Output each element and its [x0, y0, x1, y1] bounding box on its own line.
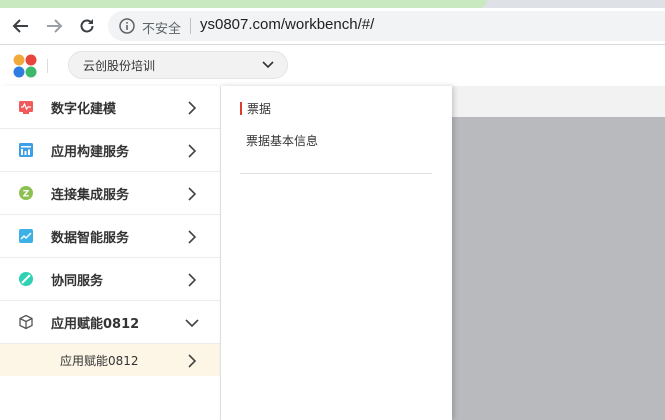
arrow-right-icon — [47, 19, 63, 33]
reload-icon — [80, 19, 94, 33]
menu-item-label: 数据智能服务 — [51, 231, 130, 246]
submenu-panel: 票据 票据基本信息 — [221, 86, 452, 420]
chevron-right-icon — [188, 144, 197, 158]
menu-item-label: 协同服务 — [51, 274, 104, 289]
chevron-right-icon — [188, 273, 197, 287]
cube-icon — [19, 314, 33, 330]
menu-item-label: 连接集成服务 — [51, 188, 130, 203]
forward-button[interactable] — [43, 15, 65, 37]
org-selector[interactable]: 云创股份培训 — [68, 51, 288, 79]
section-accent-bar — [240, 101, 242, 115]
org-name: 云创股份培训 — [83, 59, 156, 73]
menu-item-data-intelligence[interactable]: 数据智能服务 — [0, 215, 220, 258]
svg-text:Z: Z — [23, 190, 30, 200]
header-divider — [47, 59, 48, 73]
menu-item-integration[interactable]: Z 连接集成服务 — [0, 172, 220, 215]
menu-item-label: 应用赋能0812 — [51, 317, 140, 332]
app-logo-icon[interactable] — [12, 53, 38, 79]
modeling-icon — [19, 101, 33, 114]
active-tab[interactable] — [0, 0, 487, 8]
chevron-right-icon — [188, 230, 197, 244]
chevron-right-icon — [188, 101, 197, 115]
reload-button[interactable] — [76, 15, 98, 37]
panel-divider — [240, 173, 432, 174]
app-header: 云创股份培训 — [0, 45, 665, 86]
chevron-down-icon — [185, 319, 199, 328]
tab-strip — [0, 0, 665, 8]
info-icon[interactable] — [119, 18, 135, 34]
data-intelligence-icon — [19, 229, 33, 243]
arrow-left-icon — [12, 19, 28, 33]
url-text[interactable]: ys0807.com/workbench/#/ — [200, 16, 374, 33]
menu-item-label: 数字化建模 — [51, 102, 117, 117]
menu-item-label: 应用构建服务 — [51, 145, 130, 160]
service-menu: 数字化建模 应用构建服务 Z 连接集成服务 数据智能服务 协同服务 应用赋能08… — [0, 86, 221, 420]
submenu-item-label: 应用赋能0812 — [60, 354, 139, 368]
integration-icon: Z — [19, 186, 33, 200]
security-status: 不安全 — [142, 22, 182, 37]
panel-section-header: 票据 — [240, 100, 271, 116]
address-bar[interactable]: 不安全 ys0807.com/workbench/#/ — [108, 11, 665, 41]
menu-item-collaboration[interactable]: 协同服务 — [0, 258, 220, 301]
subheader-strip — [450, 86, 665, 117]
chevron-right-icon — [188, 187, 197, 201]
menu-item-modeling[interactable]: 数字化建模 — [0, 86, 220, 129]
browser-toolbar: 不安全 ys0807.com/workbench/#/ — [0, 8, 665, 44]
omnibox-separator — [190, 18, 191, 34]
chevron-right-icon — [188, 354, 197, 368]
app-build-icon — [19, 143, 33, 157]
panel-section-title: 票据 — [247, 101, 272, 116]
panel-link-bill-info[interactable]: 票据基本信息 — [246, 132, 318, 149]
collaboration-icon — [19, 272, 33, 286]
menu-item-app-build[interactable]: 应用构建服务 — [0, 129, 220, 172]
chevron-down-icon — [262, 61, 274, 69]
submenu-item-app-enable[interactable]: 应用赋能0812 — [0, 344, 220, 376]
back-button[interactable] — [10, 15, 32, 37]
menu-item-app-enable[interactable]: 应用赋能0812 — [0, 301, 220, 344]
